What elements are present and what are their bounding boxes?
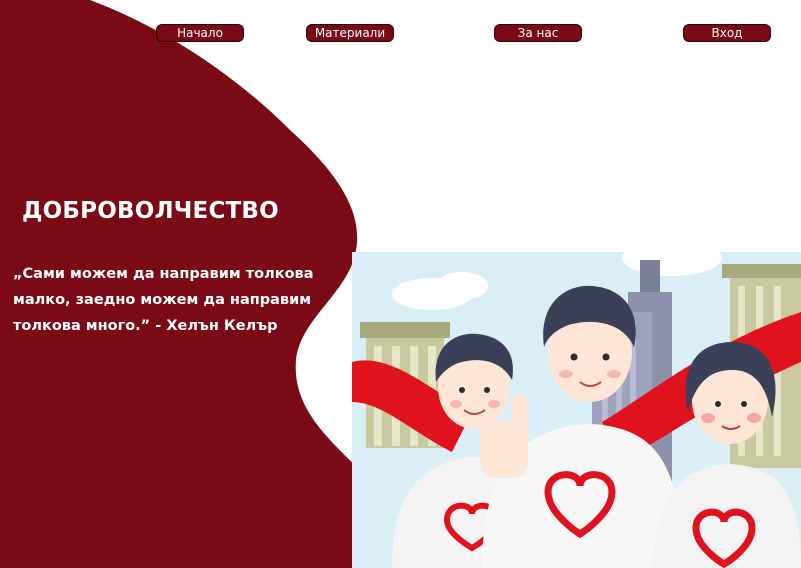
hero-quote: „Сами можем да направим толкова малко, з… <box>13 266 314 334</box>
nav-home-button[interactable]: Начало <box>156 24 244 42</box>
volunteers-illustration <box>352 252 801 568</box>
nav-about-button[interactable]: За нас <box>494 24 582 42</box>
page-title: ДОБРОВОЛЧЕСТВО <box>22 198 279 224</box>
nav-login-button[interactable]: Вход <box>683 24 771 42</box>
nav-materials-button[interactable]: Материали <box>306 24 394 42</box>
